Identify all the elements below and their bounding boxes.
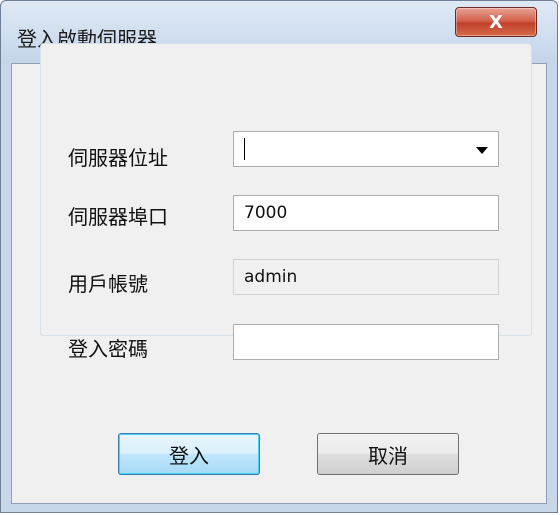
text-cursor <box>244 138 245 160</box>
dropdown-arrow-icon[interactable] <box>476 147 488 154</box>
server-address-label: 伺服器位址 <box>68 146 168 170</box>
server-address-combobox[interactable] <box>233 131 499 167</box>
username-label: 用戶帳號 <box>68 272 148 296</box>
server-port-input[interactable]: 7000 <box>233 195 499 231</box>
username-input: admin <box>233 259 499 295</box>
server-port-label: 伺服器埠口 <box>68 205 168 229</box>
cancel-button[interactable]: 取消 <box>317 433 459 475</box>
password-input[interactable] <box>233 324 499 360</box>
password-label: 登入密碼 <box>68 337 148 361</box>
server-port-value: 7000 <box>244 203 288 223</box>
login-button-label: 登入 <box>169 443 209 468</box>
username-value: admin <box>244 267 298 287</box>
close-button[interactable]: X <box>455 7 537 37</box>
cancel-button-label: 取消 <box>368 443 408 468</box>
login-button[interactable]: 登入 <box>118 433 260 475</box>
close-icon: X <box>489 11 503 33</box>
